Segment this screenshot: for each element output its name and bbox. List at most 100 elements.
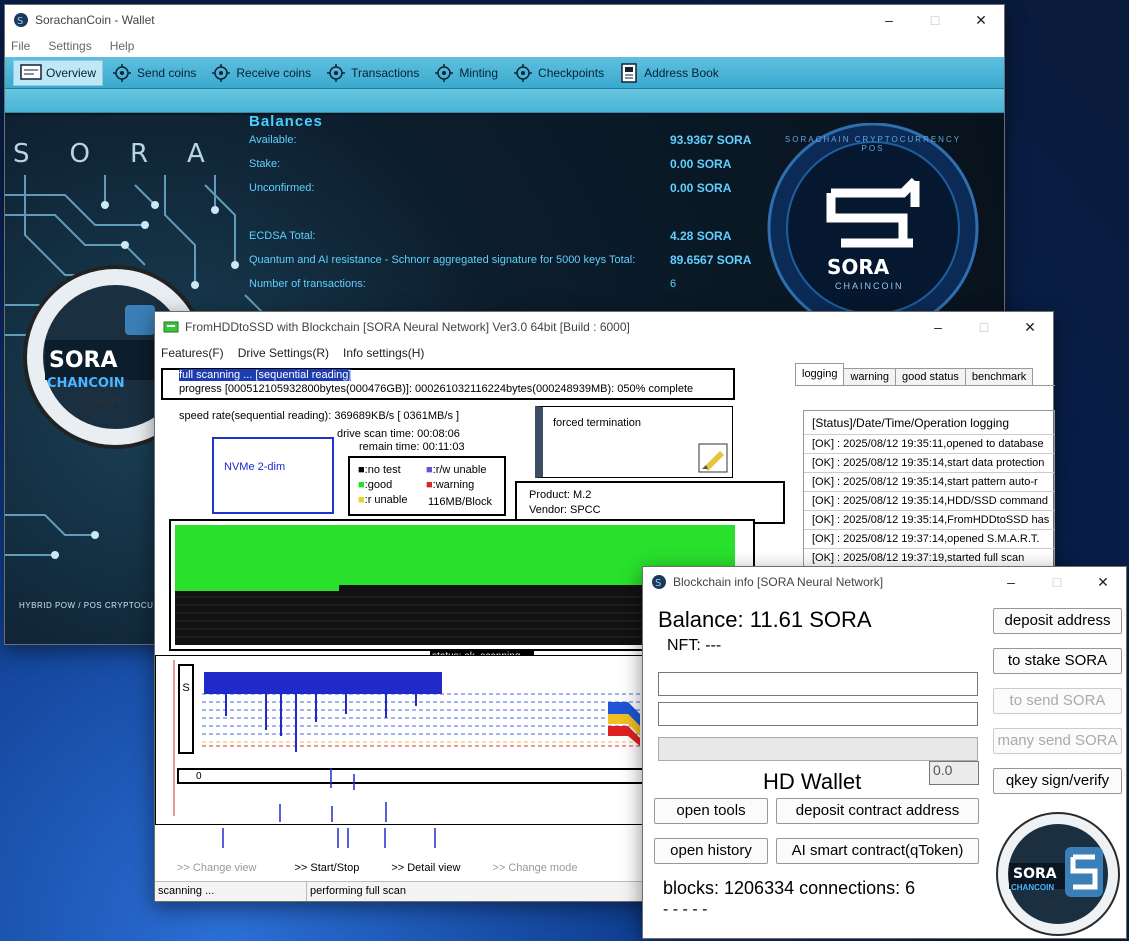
close-button[interactable]: ✕ — [1080, 574, 1126, 591]
sora-coin-text: SORA — [1013, 866, 1057, 882]
transactions-button[interactable]: Transactions — [319, 60, 425, 86]
wallet-subbar — [5, 89, 1004, 113]
amount-input[interactable] — [658, 702, 978, 726]
to-stake-button[interactable]: to stake SORA — [993, 648, 1122, 674]
sora-logo-sub: CHAINCOIN — [835, 281, 904, 291]
legend-r-unable: :r unable — [364, 494, 408, 506]
tab-logging[interactable]: logging — [795, 363, 845, 385]
minimize-button[interactable]: – — [866, 12, 912, 29]
hdd-title: FromHDDtoSSD with Blockchain [SORA Neura… — [185, 320, 630, 334]
legend-good: :good — [364, 479, 393, 491]
tab-good-status[interactable]: good status — [895, 368, 966, 385]
progress-box: full scanning ... [sequential reading] p… — [161, 368, 735, 400]
receive-coins-button[interactable]: Receive coins — [204, 60, 317, 86]
blockchain-info-window: S Blockchain info [SORA Neural Network] … — [642, 566, 1127, 939]
transactions-label: Transactions — [351, 65, 420, 80]
minting-icon — [433, 63, 455, 83]
forced-termination-panel[interactable]: forced termination — [535, 406, 733, 478]
tab-benchmark[interactable]: benchmark — [964, 368, 1034, 385]
detail-view-button[interactable]: >> Detail view — [391, 862, 460, 874]
hdd-menubar: Features(F) Drive Settings(R) Info setti… — [155, 342, 1053, 364]
menu-settings[interactable]: Settings — [48, 39, 91, 53]
open-tools-button[interactable]: open tools — [654, 798, 768, 824]
wallet-titlebar[interactable]: S SorachanCoin - Wallet – □ ✕ — [5, 5, 1004, 35]
overview-button[interactable]: Overview — [13, 59, 104, 86]
drive-scan-time: drive scan time: 00:08:06 — [337, 428, 460, 440]
deposit-contract-button[interactable]: deposit contract address — [776, 798, 979, 824]
change-mode-button[interactable]: >> Change mode — [492, 862, 577, 874]
log-row: [OK] : 2025/08/12 19:35:14,HDD/SSD comma… — [804, 492, 1054, 511]
menu-file[interactable]: File — [11, 39, 30, 53]
s-marker: S — [178, 664, 194, 754]
address-input[interactable] — [658, 672, 978, 696]
forced-termination-label: forced termination — [553, 417, 642, 429]
quantum-value: 89.6567 SORA — [670, 253, 752, 267]
many-send-button[interactable]: many send SORA — [993, 728, 1122, 754]
balances-heading: Balances — [249, 115, 323, 130]
lower-scan-ticks — [222, 828, 436, 848]
maximize-button[interactable]: □ — [912, 12, 958, 29]
zero-marker: 0 — [196, 771, 202, 782]
log-list[interactable]: [Status]/Date/Time/Operation logging [OK… — [803, 410, 1055, 570]
maximize-button[interactable]: □ — [1034, 574, 1080, 591]
stake-value: 0.00 SORA — [670, 157, 732, 171]
scan-mode-label: full scanning ... [sequential reading] — [179, 369, 352, 381]
bc-titlebar[interactable]: S Blockchain info [SORA Neural Network] … — [643, 567, 1126, 597]
deposit-address-button[interactable]: deposit address — [993, 608, 1122, 634]
receive-coins-label: Receive coins — [236, 65, 312, 80]
start-stop-button[interactable]: >> Start/Stop — [295, 862, 360, 874]
ai-smart-contract-button[interactable]: AI smart contract(qToken) — [776, 838, 979, 864]
change-view-button[interactable]: >> Change view — [177, 862, 257, 874]
status-right: performing full scan — [310, 885, 406, 897]
maximize-button[interactable]: □ — [961, 319, 1007, 336]
sora-banner-letters: SORA — [13, 139, 245, 169]
minting-button[interactable]: Minting — [427, 60, 504, 86]
menu-info-settings[interactable]: Info settings(H) — [343, 346, 424, 360]
sora-coin-subtext: CHANCOIN — [1011, 883, 1055, 892]
tab-warning[interactable]: warning — [843, 368, 897, 385]
ecdsa-label: ECDSA Total: — [249, 230, 316, 242]
ecdsa-value: 4.28 SORA — [670, 229, 732, 243]
address-book-button[interactable]: Address Book — [612, 60, 725, 86]
close-button[interactable]: ✕ — [1007, 319, 1053, 336]
qkey-sign-verify-button[interactable]: qkey sign/verify — [993, 768, 1122, 794]
vendor-label: Vendor: SPCC — [529, 504, 601, 516]
transactions-icon — [325, 63, 347, 83]
legend-box: ■:no test ■:r/w unable ■:good ■:warning … — [348, 456, 506, 516]
log-row: [OK] : 2025/08/12 19:35:14,FromHDDtoSSD … — [804, 511, 1054, 530]
coin-title: SORA — [49, 348, 118, 373]
quantum-label: Quantum and AI resistance - Schnorr aggr… — [249, 254, 636, 266]
log-tabs: logging warning good status benchmark — [795, 363, 1055, 386]
menu-drive-settings[interactable]: Drive Settings(R) — [238, 346, 329, 360]
balance-label: Balance: 11.61 SORA — [658, 607, 872, 632]
ntx-value: 6 — [670, 278, 677, 290]
close-button[interactable]: ✕ — [958, 12, 1004, 29]
sora-coin-scrypt: SCRYPT — [1031, 901, 1062, 907]
coin-scrypt: SCRYPT — [85, 398, 124, 407]
minimize-button[interactable]: – — [915, 319, 961, 336]
send-coins-button[interactable]: Send coins — [105, 60, 202, 86]
unconfirmed-value: 0.00 SORA — [670, 181, 732, 195]
status-left: scanning ... — [155, 882, 307, 901]
legend-block-size: 116MB/Block — [428, 496, 492, 508]
log-row: [OK] : 2025/08/12 19:35:14,start pattern… — [804, 473, 1054, 492]
sorachan-app-icon: S — [652, 575, 666, 589]
nvme-label: NVMe 2-dim — [224, 461, 286, 473]
to-send-button[interactable]: to send SORA — [993, 688, 1122, 714]
speed-rate: speed rate(sequential reading): 369689KB… — [179, 410, 460, 422]
note-icon[interactable] — [698, 443, 728, 473]
send-coins-label: Send coins — [137, 65, 197, 80]
minimize-button[interactable]: – — [988, 574, 1034, 591]
hdd-titlebar[interactable]: FromHDDtoSSD with Blockchain [SORA Neura… — [155, 312, 1053, 342]
sora-ring-text: SORACHAIN CRYPTOCURRENCY POS — [784, 135, 962, 153]
checkpoints-icon — [512, 63, 534, 83]
send-coins-icon — [111, 63, 133, 83]
available-label: Available: — [249, 134, 297, 146]
stake-label: Stake: — [249, 158, 281, 170]
open-history-button[interactable]: open history — [654, 838, 768, 864]
amount-value-field[interactable]: 0.0 — [929, 761, 979, 785]
checkpoints-button[interactable]: Checkpoints — [506, 60, 610, 86]
menu-help[interactable]: Help — [110, 39, 135, 53]
menu-features[interactable]: Features(F) — [161, 346, 224, 360]
product-label: Product: M.2 — [529, 489, 592, 501]
